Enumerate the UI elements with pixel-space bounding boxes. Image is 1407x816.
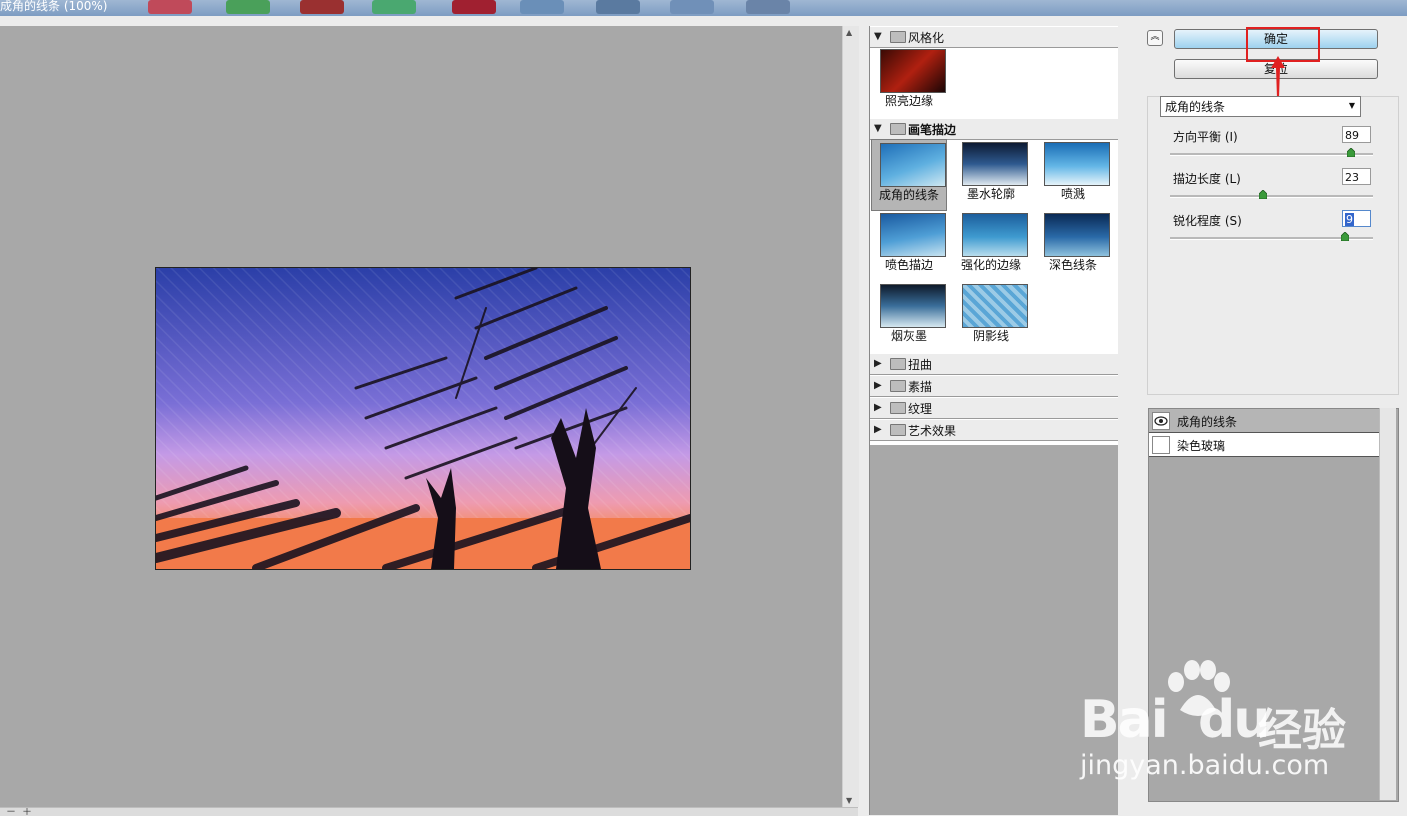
filter-glowing-edges[interactable]: 照亮边缘 <box>872 46 946 116</box>
sunset-tree-image <box>156 268 690 569</box>
collapse-gallery-button[interactable]: ︽ <box>1147 30 1163 46</box>
stroke-length-slider-handle[interactable] <box>1259 190 1268 199</box>
effect-layer-stained-glass[interactable]: 染色玻璃 <box>1149 433 1380 457</box>
stroke-length-slider[interactable] <box>1170 195 1373 198</box>
folder-icon <box>890 424 906 436</box>
filter-ink-outlines[interactable]: 墨水轮廓 <box>954 139 1028 209</box>
watermark: Bai du 经验 jingyan.baidu.com <box>1080 660 1400 790</box>
category-distort[interactable]: ▶ 扭曲 <box>870 353 1118 375</box>
folder-icon <box>890 358 906 370</box>
filter-dark-strokes[interactable]: 深色线条 <box>1036 210 1110 280</box>
direction-balance-label: 方向平衡 (I) <box>1173 130 1238 144</box>
sharpness-input[interactable]: 9 <box>1342 210 1371 227</box>
filter-thumbnail <box>1044 213 1110 257</box>
folder-icon <box>890 402 906 414</box>
taskbar-app-icon[interactable] <box>452 0 496 14</box>
category-sketch[interactable]: ▶ 素描 <box>870 375 1118 397</box>
collapsed-triangle-icon[interactable]: ▶ <box>874 380 882 391</box>
taskbar-app-icon[interactable] <box>746 0 790 14</box>
collapsed-triangle-icon[interactable]: ▶ <box>874 358 882 369</box>
filter-crosshatch[interactable]: 阴影线 <box>954 281 1028 351</box>
filter-thumbnail <box>880 49 946 93</box>
scroll-up-icon[interactable]: ▲ <box>846 28 852 37</box>
filter-angled-strokes[interactable]: 成角的线条 <box>871 139 947 211</box>
category-brush-strokes[interactable]: ▼ 画笔描边 <box>870 118 1118 140</box>
folder-icon <box>890 31 906 43</box>
collapsed-triangle-icon[interactable]: ▶ <box>874 424 882 435</box>
eye-icon[interactable] <box>1152 412 1170 430</box>
filter-spatter[interactable]: 喷溅 <box>1036 139 1110 209</box>
filter-sprayed-strokes[interactable]: 喷色描边 <box>872 210 946 280</box>
layers-footer <box>1148 803 1397 815</box>
expanded-triangle-icon[interactable]: ▼ <box>874 123 882 134</box>
taskbar-app-icon[interactable] <box>670 0 714 14</box>
window-title: 成角的线条 (100%) <box>0 0 108 13</box>
taskbar-app-icon[interactable] <box>148 0 192 14</box>
filter-thumbnail <box>962 284 1028 328</box>
double-chevron-up-icon: ︽ <box>1150 32 1160 42</box>
filter-thumbnail <box>880 284 946 328</box>
direction-balance-slider[interactable] <box>1170 153 1373 156</box>
scroll-down-icon[interactable]: ▼ <box>846 796 852 805</box>
filter-select[interactable]: 成角的线条 ▼ <box>1160 96 1361 117</box>
stroke-length-label: 描边长度 (L) <box>1173 172 1241 186</box>
direction-balance-slider-handle[interactable] <box>1346 148 1355 157</box>
sharpness-label: 锐化程度 (S) <box>1173 214 1242 228</box>
red-arrow-annotation <box>1271 56 1285 98</box>
preview-scrollbar[interactable]: ▲ ▼ <box>842 26 859 807</box>
sharpness-slider-handle[interactable] <box>1340 232 1349 241</box>
taskbar-app-icon[interactable] <box>520 0 564 14</box>
filter-thumbnail <box>962 213 1028 257</box>
effect-layer-angled-strokes[interactable]: 成角的线条 <box>1149 409 1380 433</box>
category-stylize[interactable]: ▼ 风格化 <box>870 26 1118 48</box>
taskbar-app-icon[interactable] <box>300 0 344 14</box>
category-artistic[interactable]: ▶ 艺术效果 <box>870 419 1118 441</box>
filter-thumbnail <box>962 142 1028 186</box>
taskbar-app-icon[interactable] <box>226 0 270 14</box>
filter-thumbnail <box>1044 142 1110 186</box>
filter-sumi-e[interactable]: 烟灰墨 <box>872 281 946 351</box>
visibility-toggle[interactable] <box>1152 436 1170 454</box>
title-bar: 成角的线条 (100%) <box>0 0 1407 16</box>
title-separator <box>0 16 1407 26</box>
collapsed-triangle-icon[interactable]: ▶ <box>874 402 882 413</box>
taskbar-app-icon[interactable] <box>372 0 416 14</box>
stroke-length-input[interactable]: 23 <box>1342 168 1371 185</box>
filter-thumbnail <box>880 213 946 257</box>
folder-icon <box>890 380 906 392</box>
preview-image <box>155 267 691 570</box>
dropdown-arrow-icon: ▼ <box>1348 101 1355 110</box>
filter-accented-edges[interactable]: 强化的边缘 <box>954 210 1028 280</box>
category-texture[interactable]: ▶ 纹理 <box>870 397 1118 419</box>
folder-icon <box>890 123 906 135</box>
expanded-triangle-icon[interactable]: ▼ <box>874 31 882 42</box>
filter-thumbnail <box>880 143 946 187</box>
taskbar-app-icon[interactable] <box>596 0 640 14</box>
direction-balance-input[interactable]: 89 <box>1342 126 1371 143</box>
